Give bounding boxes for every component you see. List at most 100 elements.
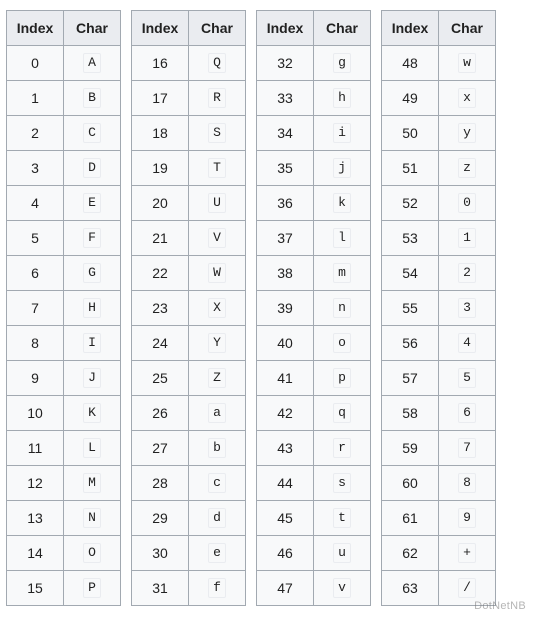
- index-cell: 6: [7, 256, 64, 291]
- char-cell: r: [314, 431, 371, 466]
- char-cell: J: [64, 361, 121, 396]
- char-cell: t: [314, 501, 371, 536]
- char-code: x: [458, 88, 476, 108]
- index-cell: 31: [132, 571, 189, 606]
- char-cell: 3: [439, 291, 496, 326]
- char-cell: Y: [189, 326, 246, 361]
- char-cell: Z: [189, 361, 246, 396]
- char-cell: 5: [439, 361, 496, 396]
- char-header: Char: [189, 11, 246, 46]
- char-code: Q: [208, 53, 226, 73]
- index-cell: 57: [382, 361, 439, 396]
- table-row: 4E: [7, 186, 121, 221]
- table-row: 50 y: [382, 116, 496, 151]
- table-row: 35j: [257, 151, 371, 186]
- char-code: v: [333, 578, 351, 598]
- table-row: 586: [382, 396, 496, 431]
- char-cell: U: [189, 186, 246, 221]
- index-cell: 16: [132, 46, 189, 81]
- char-code: /: [458, 578, 476, 598]
- table-row: 39n: [257, 291, 371, 326]
- table-row: 54 2: [382, 256, 496, 291]
- index-cell: 44: [257, 466, 314, 501]
- table-row: 33h: [257, 81, 371, 116]
- char-code: +: [458, 543, 476, 563]
- index-cell: 60: [382, 466, 439, 501]
- char-cell: Q: [189, 46, 246, 81]
- char-cell: F: [64, 221, 121, 256]
- char-code: y: [458, 123, 476, 143]
- table-row: 47v: [257, 571, 371, 606]
- table-row: 49 x: [382, 81, 496, 116]
- char-code: 6: [458, 403, 476, 423]
- char-code: Y: [208, 333, 226, 353]
- index-cell: 33: [257, 81, 314, 116]
- index-header: Index: [7, 11, 64, 46]
- index-cell: 21: [132, 221, 189, 256]
- char-code: W: [208, 263, 226, 283]
- char-code: T: [208, 158, 226, 178]
- char-code: 2: [458, 263, 476, 283]
- char-cell: 6: [439, 396, 496, 431]
- char-code: P: [83, 578, 101, 598]
- char-cell: R: [189, 81, 246, 116]
- index-char-table: IndexChar48w49x50y51z5205315425535645755…: [381, 10, 496, 606]
- index-cell: 12: [7, 466, 64, 501]
- index-cell: 62: [382, 536, 439, 571]
- table-row: 18S: [132, 116, 246, 151]
- index-cell: 29: [132, 501, 189, 536]
- char-cell: f: [189, 571, 246, 606]
- char-cell: N: [64, 501, 121, 536]
- index-cell: 20: [132, 186, 189, 221]
- table-row: 17R: [132, 81, 246, 116]
- table-row: 38m: [257, 256, 371, 291]
- table-row: 1B: [7, 81, 121, 116]
- table-row: 2C: [7, 116, 121, 151]
- table-row: 46u: [257, 536, 371, 571]
- char-cell: C: [64, 116, 121, 151]
- index-cell: 50: [382, 116, 439, 151]
- char-cell: j: [314, 151, 371, 186]
- char-cell: w: [439, 46, 496, 81]
- char-cell: T: [189, 151, 246, 186]
- char-cell: 1: [439, 221, 496, 256]
- index-cell: 54: [382, 256, 439, 291]
- index-cell: 42: [257, 396, 314, 431]
- char-code: 4: [458, 333, 476, 353]
- index-cell: 7: [7, 291, 64, 326]
- char-cell: X: [189, 291, 246, 326]
- index-cell: 24: [132, 326, 189, 361]
- index-cell: 32: [257, 46, 314, 81]
- index-cell: 2: [7, 116, 64, 151]
- char-code: 8: [458, 473, 476, 493]
- index-cell: 19: [132, 151, 189, 186]
- char-code: i: [333, 123, 351, 143]
- table-row: 0A: [7, 46, 121, 81]
- index-cell: 17: [132, 81, 189, 116]
- char-code: a: [208, 403, 226, 423]
- index-cell: 49: [382, 81, 439, 116]
- char-cell: P: [64, 571, 121, 606]
- char-code: z: [458, 158, 476, 178]
- table-row: 30e: [132, 536, 246, 571]
- char-code: S: [208, 123, 226, 143]
- char-cell: k: [314, 186, 371, 221]
- index-cell: 25: [132, 361, 189, 396]
- index-cell: 15: [7, 571, 64, 606]
- index-cell: 14: [7, 536, 64, 571]
- char-code: E: [83, 193, 101, 213]
- table-row: 26a: [132, 396, 246, 431]
- char-code: 9: [458, 508, 476, 528]
- table-row: 20U: [132, 186, 246, 221]
- char-cell: H: [64, 291, 121, 326]
- char-cell: B: [64, 81, 121, 116]
- char-cell: v: [314, 571, 371, 606]
- char-code: d: [208, 508, 226, 528]
- table-row: 8I: [7, 326, 121, 361]
- index-cell: 41: [257, 361, 314, 396]
- index-cell: 40: [257, 326, 314, 361]
- table-row: 27b: [132, 431, 246, 466]
- char-cell: x: [439, 81, 496, 116]
- char-code: n: [333, 298, 351, 318]
- index-char-table: IndexChar32g33h34i35j36k37l38m39n40o41p4…: [256, 10, 371, 606]
